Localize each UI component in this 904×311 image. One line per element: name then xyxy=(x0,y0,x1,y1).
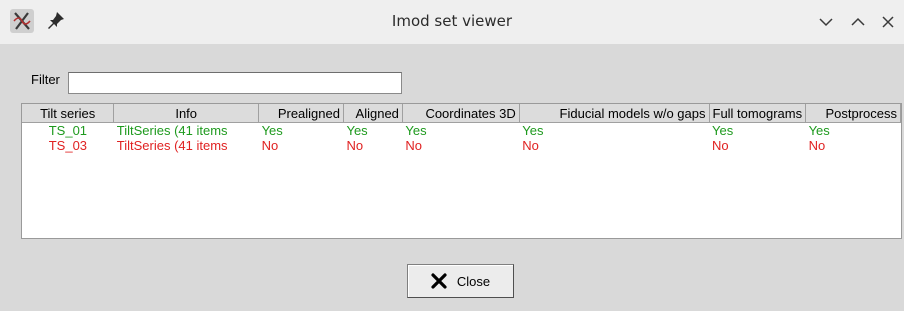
table-header-row: Tilt series Info Prealigned Aligned Coor… xyxy=(22,104,901,123)
window-title: Imod set viewer xyxy=(391,12,513,30)
cell-coordinates-3d: No xyxy=(405,138,423,153)
table-row[interactable]: TS_03 TiltSeries (41 items No No No No N… xyxy=(22,138,901,153)
column-header-coordinates-3d[interactable]: Coordinates 3D xyxy=(402,104,520,123)
table-row[interactable]: TS_01 TiltSeries (41 items Yes Yes Yes Y… xyxy=(22,123,901,139)
cell-fiducial-models: No xyxy=(522,138,539,153)
close-button[interactable]: Close xyxy=(407,264,514,298)
column-header-prealigned[interactable]: Prealigned xyxy=(258,104,344,123)
close-button-label: Close xyxy=(456,273,491,289)
cell-tilt-series: TS_03 xyxy=(48,138,88,153)
minimize-chevron-down-icon[interactable] xyxy=(818,14,834,30)
cell-info: TiltSeries (41 items xyxy=(116,138,228,153)
cell-tilt-series: TS_01 xyxy=(48,123,88,138)
column-header-aligned[interactable]: Aligned xyxy=(343,104,403,123)
cell-info: TiltSeries (41 items xyxy=(116,123,228,138)
imod-set-viewer-window: Imod set viewer Filter Tilt series Info … xyxy=(0,0,904,311)
maximize-chevron-up-icon[interactable] xyxy=(850,14,866,30)
column-header-fiducial-models[interactable]: Fiducial models w/o gaps xyxy=(519,104,710,123)
column-header-postprocess[interactable]: Postprocess xyxy=(805,104,901,123)
column-header-tilt-series[interactable]: Tilt series xyxy=(22,104,115,123)
cell-postprocess: No xyxy=(808,138,826,153)
column-header-info[interactable]: Info xyxy=(113,104,260,123)
cell-postprocess: Yes xyxy=(808,123,830,138)
cell-full-tomograms: No xyxy=(712,138,729,153)
cell-fiducial-models: Yes xyxy=(522,123,544,138)
cell-prealigned: No xyxy=(261,138,279,153)
cell-coordinates-3d: Yes xyxy=(405,123,427,138)
cell-aligned: Yes xyxy=(346,123,368,138)
filter-input[interactable] xyxy=(68,72,402,94)
close-x-icon[interactable] xyxy=(880,14,896,30)
cell-full-tomograms: Yes xyxy=(712,123,734,138)
sets-table[interactable]: Tilt series Info Prealigned Aligned Coor… xyxy=(21,103,902,239)
x-mark-icon xyxy=(431,273,447,289)
column-header-full-tomograms[interactable]: Full tomograms xyxy=(709,104,807,123)
sets-grid: Tilt series Info Prealigned Aligned Coor… xyxy=(22,104,901,153)
title-bar[interactable]: Imod set viewer xyxy=(0,0,904,44)
cell-prealigned: Yes xyxy=(261,123,283,138)
filter-label: Filter xyxy=(31,72,60,87)
cell-aligned: No xyxy=(346,138,364,153)
